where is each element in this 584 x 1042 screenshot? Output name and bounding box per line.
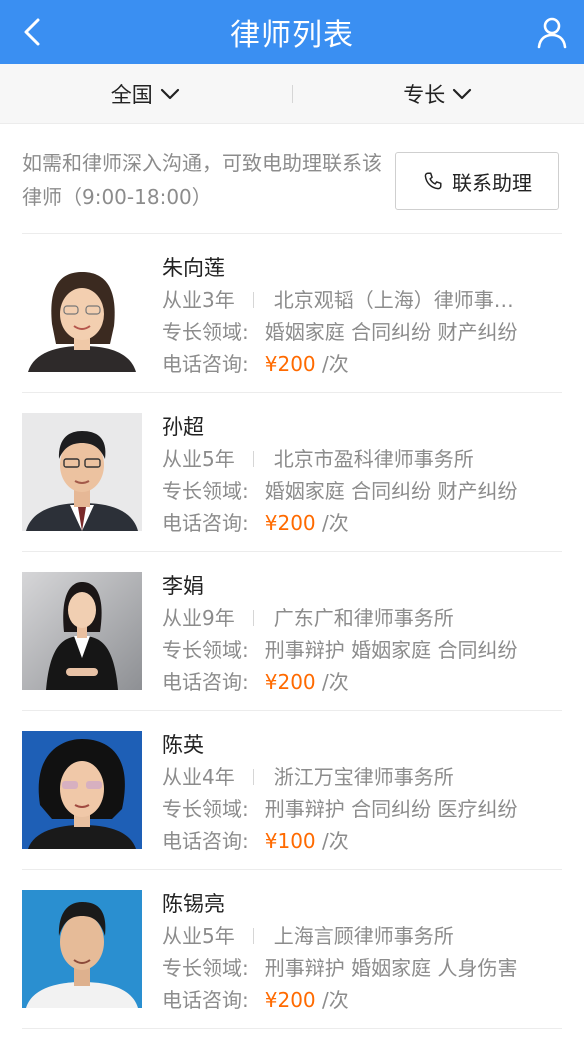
specialty-label: 专长领域: <box>162 797 249 821</box>
lawyer-photo <box>22 413 142 531</box>
lawyer-list-item[interactable]: 朱向莲 从业3年 北京观韬（上海）律师事… 专长领域: 婚姻家庭 合同纠纷 财产纠纷… <box>22 234 562 393</box>
lawyer-years: 从业3年 <box>162 288 235 312</box>
filter-bar: 全国 专长 <box>0 64 584 124</box>
app-header: 律师列表 <box>0 0 584 64</box>
chevron-left-icon <box>24 18 40 46</box>
lawyer-list: 朱向莲 从业3年 北京观韬（上海）律师事… 专长领域: 婚姻家庭 合同纠纷 财产纠纷… <box>22 234 562 1029</box>
phone-consult-label: 电话咨询: <box>162 829 249 853</box>
chevron-down-icon <box>453 88 472 99</box>
lawyer-list-item[interactable]: 陈锡亮 从业5年 上海言顾律师事务所 专长领域: 刑事辩护 婚姻家庭 人身伤害 电话… <box>22 870 562 1029</box>
specialty-filter[interactable]: 专长 <box>293 79 584 109</box>
contact-notice: 如需和律师深入沟通，可致电助理联系该律师（9:00-18:00） 联系助理 <box>22 124 562 234</box>
lawyer-list-item[interactable]: 孙超 从业5年 北京市盈科律师事务所 专长领域: 婚姻家庭 合同纠纷 财产纠纷 电话… <box>22 393 562 552</box>
specialty-label: 专长领域: <box>162 638 249 662</box>
page-title: 律师列表 <box>230 18 354 53</box>
price-unit: /次 <box>322 352 349 376</box>
user-icon <box>537 17 567 49</box>
separator <box>252 928 254 944</box>
lawyer-price-row: 电话咨询: ¥200 /次 <box>162 348 349 377</box>
specialty-label: 专长领域: <box>162 320 249 344</box>
lawyer-years: 从业4年 <box>162 765 235 789</box>
lawyer-years: 从业5年 <box>162 924 235 948</box>
phone-consult-label: 电话咨询: <box>162 670 249 694</box>
separator <box>252 292 254 308</box>
lawyer-photo <box>22 572 142 690</box>
lawyer-specialties: 婚姻家庭 合同纠纷 财产纠纷 <box>264 320 518 344</box>
lawyer-experience-row: 从业9年 广东广和律师事务所 <box>162 602 562 631</box>
lawyer-price: ¥200 <box>264 511 316 535</box>
separator <box>252 451 254 467</box>
lawyer-price-row: 电话咨询: ¥100 /次 <box>162 825 349 854</box>
lawyer-experience-row: 从业5年 北京市盈科律师事务所 <box>162 443 562 472</box>
lawyer-price-row: 电话咨询: ¥200 /次 <box>162 507 349 536</box>
lawyer-years: 从业5年 <box>162 447 235 471</box>
contact-assistant-label: 联系助理 <box>452 170 532 195</box>
lawyer-photo <box>22 890 142 1008</box>
phone-consult-label: 电话咨询: <box>162 352 249 376</box>
lawyer-list-item[interactable]: 李娟 从业9年 广东广和律师事务所 专长领域: 刑事辩护 婚姻家庭 合同纠纷 电话咨… <box>22 552 562 711</box>
specialty-label: 专长领域: <box>162 956 249 980</box>
lawyer-price-row: 电话咨询: ¥200 /次 <box>162 984 349 1013</box>
lawyer-price: ¥100 <box>264 829 316 853</box>
lawyer-experience-row: 从业5年 上海言顾律师事务所 <box>162 920 562 949</box>
lawyer-specialty-row: 专长领域: 刑事辩护 合同纠纷 医疗纠纷 <box>162 793 517 822</box>
notice-text: 如需和律师深入沟通，可致电助理联系该律师（9:00-18:00） <box>22 151 382 209</box>
lawyer-experience-row: 从业4年 浙江万宝律师事务所 <box>162 761 562 790</box>
lawyer-firm: 上海言顾律师事务所 <box>273 924 454 948</box>
region-filter[interactable]: 全国 <box>0 79 292 109</box>
lawyer-photo <box>22 731 142 849</box>
back-button[interactable] <box>16 14 52 50</box>
lawyer-firm: 北京观韬（上海）律师事… <box>273 288 514 312</box>
price-unit: /次 <box>322 988 349 1012</box>
lawyer-price-row: 电话咨询: ¥200 /次 <box>162 666 349 695</box>
price-unit: /次 <box>322 670 349 694</box>
phone-icon <box>424 172 442 190</box>
lawyer-specialties: 刑事辩护 婚姻家庭 人身伤害 <box>264 956 518 980</box>
lawyer-specialties: 刑事辩护 婚姻家庭 合同纠纷 <box>264 638 518 662</box>
lawyer-price: ¥200 <box>264 670 316 694</box>
price-unit: /次 <box>322 511 349 535</box>
lawyer-price: ¥200 <box>264 988 316 1012</box>
price-unit: /次 <box>322 829 349 853</box>
lawyer-specialty-row: 专长领域: 刑事辩护 婚姻家庭 人身伤害 <box>162 952 517 981</box>
phone-consult-label: 电话咨询: <box>162 988 249 1012</box>
separator <box>252 769 254 785</box>
lawyer-specialty-row: 专长领域: 婚姻家庭 合同纠纷 财产纠纷 <box>162 316 517 345</box>
lawyer-price: ¥200 <box>264 352 316 376</box>
lawyer-experience-row: 从业3年 北京观韬（上海）律师事… <box>162 284 562 313</box>
lawyer-name: 李娟 <box>162 574 204 598</box>
lawyer-specialty-row: 专长领域: 刑事辩护 婚姻家庭 合同纠纷 <box>162 634 517 663</box>
lawyer-name: 陈英 <box>162 733 204 757</box>
lawyer-firm: 广东广和律师事务所 <box>273 606 454 630</box>
lawyer-photo <box>22 254 142 372</box>
user-button[interactable] <box>534 14 570 50</box>
lawyer-firm: 浙江万宝律师事务所 <box>273 765 454 789</box>
lawyer-specialties: 婚姻家庭 合同纠纷 财产纠纷 <box>264 479 518 503</box>
lawyer-specialty-row: 专长领域: 婚姻家庭 合同纠纷 财产纠纷 <box>162 475 517 504</box>
lawyer-name: 朱向莲 <box>162 256 225 280</box>
separator <box>252 610 254 626</box>
lawyer-list-item[interactable]: 陈英 从业4年 浙江万宝律师事务所 专长领域: 刑事辩护 合同纠纷 医疗纠纷 电话咨… <box>22 711 562 870</box>
lawyer-name: 孙超 <box>162 415 204 439</box>
region-filter-label: 全国 <box>110 82 153 107</box>
lawyer-years: 从业9年 <box>162 606 235 630</box>
chevron-down-icon <box>160 88 179 99</box>
specialty-filter-label: 专长 <box>403 82 446 107</box>
specialty-label: 专长领域: <box>162 479 249 503</box>
contact-assistant-button[interactable]: 联系助理 <box>395 152 559 210</box>
phone-consult-label: 电话咨询: <box>162 511 249 535</box>
lawyer-firm: 北京市盈科律师事务所 <box>273 447 474 471</box>
lawyer-name: 陈锡亮 <box>162 892 225 916</box>
lawyer-specialties: 刑事辩护 合同纠纷 医疗纠纷 <box>264 797 518 821</box>
